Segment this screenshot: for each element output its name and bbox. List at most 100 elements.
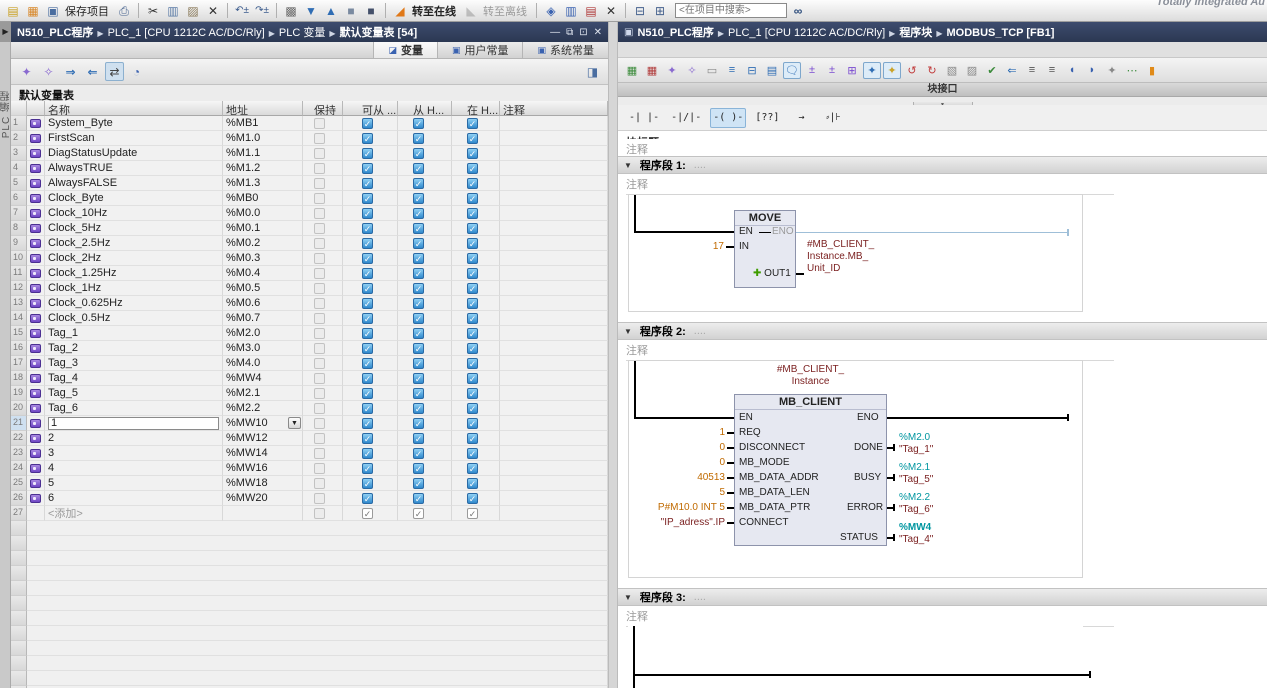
comment-cell[interactable] — [500, 326, 608, 341]
checkbox[interactable]: ✓ — [467, 178, 478, 189]
checkbox[interactable] — [314, 268, 325, 279]
breadcrumb-item[interactable]: MODBUS_TCP [FB1] — [946, 27, 1054, 39]
comment-cell[interactable] — [500, 401, 608, 416]
go-offline-icon[interactable]: ◣ — [462, 2, 480, 19]
tag-name-cell[interactable]: 3 — [45, 446, 223, 461]
accessibility-cell[interactable]: ✓ — [398, 206, 452, 221]
checkbox[interactable] — [314, 493, 325, 504]
go-offline-label[interactable]: 转至离线 — [483, 3, 527, 19]
checkbox[interactable]: ✓ — [413, 418, 424, 429]
accessibility-cell[interactable]: ✓ — [398, 251, 452, 266]
comment-cell[interactable] — [500, 491, 608, 506]
tag-address-cell[interactable]: %M0.0 — [223, 206, 303, 221]
add-row-icon[interactable]: ✧ — [39, 62, 58, 81]
checkbox[interactable]: ✓ — [362, 178, 373, 189]
checkbox[interactable]: ✓ — [467, 418, 478, 429]
table-row[interactable]: 13Clock_0.625Hz%M0.6✓✓✓ — [11, 296, 608, 311]
table-row[interactable]: 255%MW18✓✓✓ — [11, 476, 608, 491]
tag-name-cell[interactable]: Clock_0.625Hz — [45, 296, 223, 311]
retain-cell[interactable] — [303, 191, 343, 206]
start-cpu-icon[interactable]: ■ — [342, 2, 360, 19]
program-editor-title-bar[interactable]: ▣ N510_PLC程序▶PLC_1 [CPU 1212C AC/DC/Rly]… — [618, 22, 1267, 42]
row-number[interactable]: 17 — [11, 356, 27, 371]
download-to-device-icon[interactable]: ▼ — [302, 2, 320, 19]
panel-splitter[interactable] — [608, 22, 618, 688]
accessibility-cell[interactable]: ✓ — [398, 491, 452, 506]
retain-cell[interactable] — [303, 506, 343, 521]
retain-cell[interactable] — [303, 206, 343, 221]
tag-address-cell[interactable]: %M3.0 — [223, 341, 303, 356]
row-number[interactable]: 9 — [11, 236, 27, 251]
tag-name-cell[interactable]: AlwaysTRUE — [45, 161, 223, 176]
checkbox[interactable]: ✓ — [467, 403, 478, 414]
accessibility-cell[interactable]: ✓ — [343, 431, 398, 446]
table-row[interactable]: 5AlwaysFALSE%M1.3✓✓✓ — [11, 176, 608, 191]
output-tag[interactable]: "Tag_5" — [899, 474, 933, 485]
network-3-canvas[interactable] — [628, 626, 1083, 688]
retain-cell[interactable] — [303, 446, 343, 461]
output-pin-done[interactable]: DONE — [854, 442, 883, 453]
table-row[interactable]: 211%MW10▼✓✓✓ — [11, 416, 608, 431]
nc-contact-icon[interactable]: -|/|- — [668, 108, 704, 128]
accessibility-cell[interactable]: ✓ — [452, 446, 500, 461]
input-value-mb_mode[interactable]: 0 — [637, 457, 725, 468]
checkbox[interactable]: ✓ — [362, 223, 373, 234]
input-value-mb_data_len[interactable]: 5 — [637, 487, 725, 498]
tag-address-cell[interactable] — [223, 506, 303, 521]
input-value-mb_data_ptr[interactable]: P#M10.0 INT 5 — [637, 502, 725, 513]
retain-cell[interactable] — [303, 176, 343, 191]
checkbox[interactable]: ✓ — [413, 148, 424, 159]
checkbox[interactable]: ✓ — [362, 283, 373, 294]
retain-cell[interactable] — [303, 296, 343, 311]
checkbox[interactable] — [314, 208, 325, 219]
checkbox[interactable]: ✓ — [362, 118, 373, 129]
float-window-icon[interactable]: ⧉ — [566, 27, 573, 38]
checkbox[interactable]: ✓ — [413, 508, 424, 519]
checkbox[interactable]: ✓ — [362, 193, 373, 204]
accessibility-cell[interactable]: ✓ — [343, 371, 398, 386]
block-calls-icon[interactable]: ± — [823, 62, 841, 79]
table-row[interactable]: 16Tag_2%M3.0✓✓✓ — [11, 341, 608, 356]
checkbox[interactable]: ✓ — [362, 508, 373, 519]
next-error-icon[interactable]: ↻ — [923, 62, 941, 79]
symbol-info-icon[interactable]: ✦ — [863, 62, 881, 79]
table-row[interactable]: 7Clock_10Hz%M0.0✓✓✓ — [11, 206, 608, 221]
tab-system-constants[interactable]: ▣系统常量 — [522, 42, 608, 58]
accessibility-cell[interactable]: ✓ — [343, 266, 398, 281]
checkbox[interactable]: ✓ — [467, 493, 478, 504]
output-tag[interactable]: "Tag_1" — [899, 444, 933, 455]
table-row[interactable]: 2FirstScan%M1.0✓✓✓ — [11, 131, 608, 146]
table-row[interactable]: 3DiagStatusUpdate%M1.1✓✓✓ — [11, 146, 608, 161]
update-block-calls-icon[interactable]: ▧ — [943, 62, 961, 79]
output-pin-busy[interactable]: BUSY — [854, 472, 881, 483]
row-number[interactable]: 12 — [11, 281, 27, 296]
checkbox[interactable]: ✓ — [467, 313, 478, 324]
accessibility-cell[interactable]: ✓ — [452, 236, 500, 251]
breadcrumb-item[interactable]: PLC_1 [CPU 1212C AC/DC/Rly] — [108, 27, 265, 39]
retain-cell[interactable] — [303, 416, 343, 431]
row-number[interactable]: 22 — [11, 431, 27, 446]
accessibility-cell[interactable]: ✓ — [398, 191, 452, 206]
retain-cell[interactable] — [303, 356, 343, 371]
input-value-mb_data_addr[interactable]: 40513 — [637, 472, 725, 483]
accessibility-cell[interactable]: ✓ — [398, 326, 452, 341]
checkbox[interactable] — [314, 448, 325, 459]
tag-name-cell[interactable]: DiagStatusUpdate — [45, 146, 223, 161]
checkbox[interactable]: ✓ — [413, 358, 424, 369]
device-view-icon[interactable]: ▤ — [582, 2, 600, 19]
collapse-network-icon[interactable]: ▼ — [624, 327, 632, 336]
row-number[interactable]: 21 — [11, 416, 27, 431]
monitor-on-icon[interactable]: ◖ — [1063, 62, 1081, 79]
accessibility-cell[interactable]: ✓ — [343, 161, 398, 176]
tag-name-cell[interactable]: 5 — [45, 476, 223, 491]
table-row[interactable]: 14Clock_0.5Hz%M0.7✓✓✓ — [11, 311, 608, 326]
network-1-title-placeholder[interactable]: .... — [694, 159, 706, 171]
goto-icon[interactable]: ⇐ — [1003, 62, 1021, 79]
retain-cell[interactable] — [303, 461, 343, 476]
checkbox[interactable] — [314, 433, 325, 444]
consistency-icon[interactable]: ▨ — [963, 62, 981, 79]
checkbox[interactable] — [314, 373, 325, 384]
retain-cell[interactable] — [303, 311, 343, 326]
tag-address-cell[interactable]: %M2.1 — [223, 386, 303, 401]
network-3-title-placeholder[interactable]: .... — [694, 591, 706, 603]
